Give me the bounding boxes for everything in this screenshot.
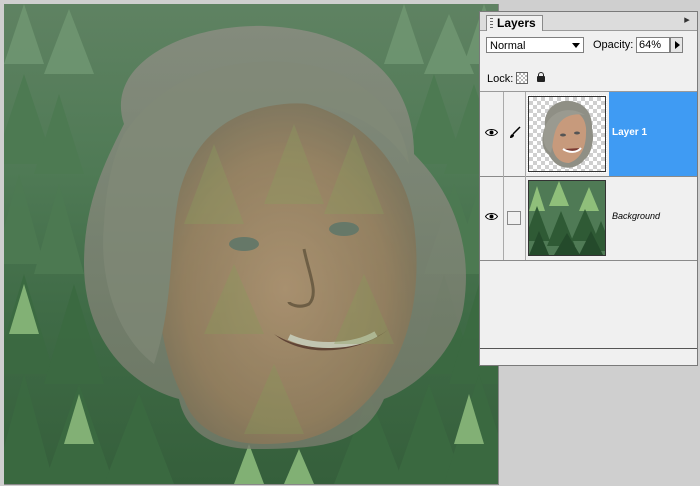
blend-mode-select[interactable]: Normal xyxy=(486,37,584,53)
visibility-toggle[interactable] xyxy=(480,92,504,176)
layer-name: Background xyxy=(612,211,661,221)
link-cell[interactable] xyxy=(504,92,526,176)
face-thumbnail xyxy=(542,100,594,168)
blend-mode-value: Normal xyxy=(490,40,526,52)
layers-palette: Layers ▸ Normal Opacity: 64% Lock: Layer… xyxy=(479,11,698,366)
layer-row-background[interactable]: Background xyxy=(480,176,697,261)
image-canvas[interactable] xyxy=(4,4,499,485)
composite-image xyxy=(4,4,498,484)
layer-name-cell[interactable]: Background xyxy=(609,176,697,260)
face-layer xyxy=(84,25,466,449)
layer-thumbnail xyxy=(527,95,607,173)
lock-label: Lock: xyxy=(487,73,514,85)
lock-transparency-icon[interactable] xyxy=(516,72,528,84)
layer-name-cell[interactable]: Layer 1 xyxy=(609,92,697,176)
palette-footer xyxy=(480,348,697,365)
link-cell[interactable] xyxy=(504,176,526,260)
eye-icon xyxy=(485,129,498,136)
brush-icon xyxy=(510,126,521,138)
tab-layers[interactable]: Layers xyxy=(486,15,543,31)
layer-name: Layer 1 xyxy=(612,127,648,138)
layer-thumbnail xyxy=(528,180,606,256)
opacity-slider-button[interactable] xyxy=(670,37,683,53)
opacity-label: Opacity: xyxy=(593,39,634,51)
empty-link-box xyxy=(507,211,521,225)
opacity-input[interactable]: 64% xyxy=(636,37,670,53)
visibility-toggle[interactable] xyxy=(480,176,504,260)
forest-thumbnail xyxy=(529,181,605,255)
eye-icon xyxy=(485,213,498,220)
palette-menu-icon[interactable]: ▸ xyxy=(680,14,694,27)
layer-row-layer-1[interactable]: Layer 1 xyxy=(480,92,697,177)
lock-icon[interactable] xyxy=(536,72,546,83)
chevron-down-icon xyxy=(572,43,580,48)
layers-list: Layer 1 Background xyxy=(480,91,697,351)
